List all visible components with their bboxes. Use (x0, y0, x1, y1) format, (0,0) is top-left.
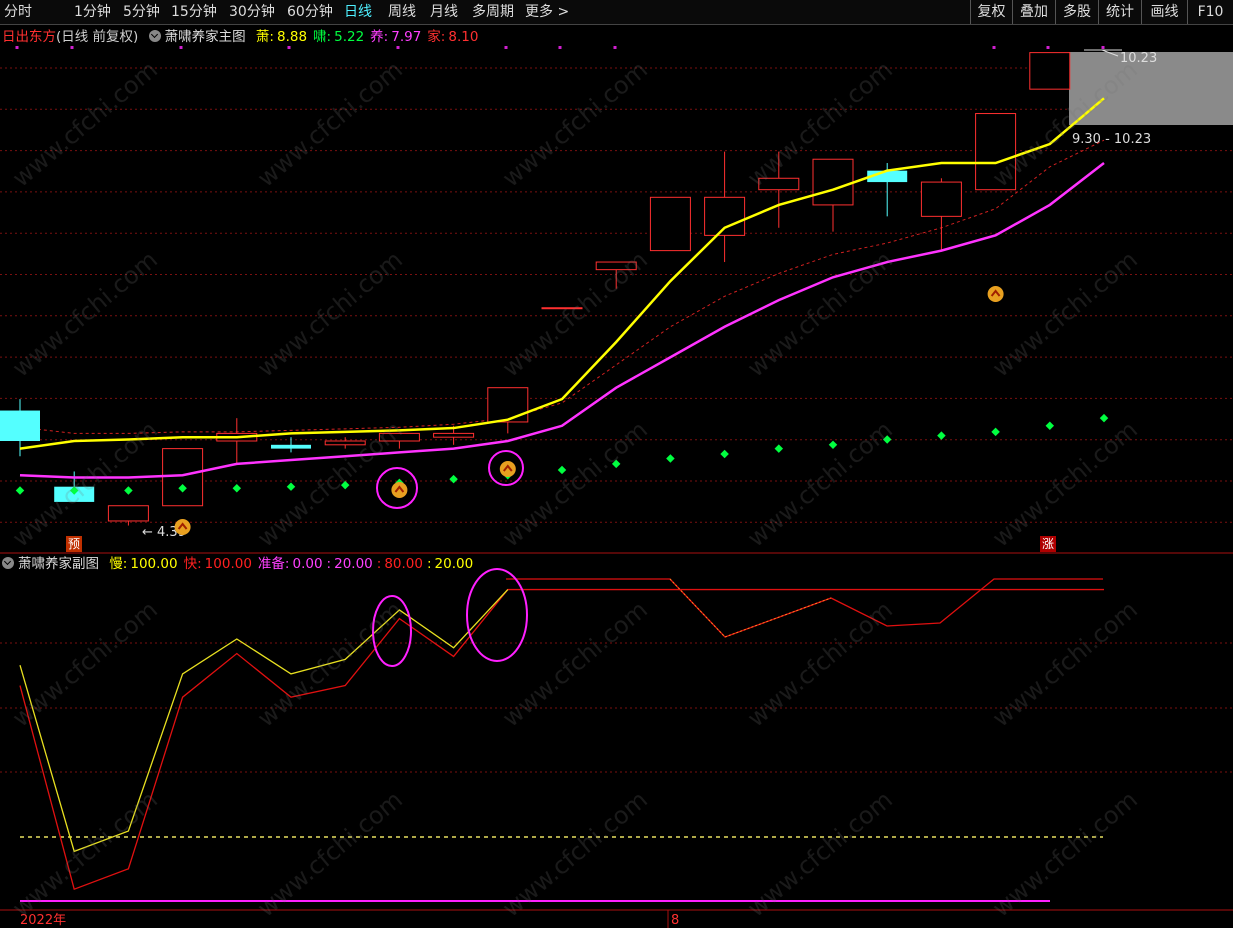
range-label: 9.30 - 10.23 (1072, 132, 1151, 147)
candle-body (378, 432, 420, 442)
candle-body (704, 196, 746, 236)
candle-body (541, 307, 583, 310)
signal-dot (828, 440, 838, 450)
signal-dot (991, 427, 1000, 437)
high-price-label: 10.23 (1120, 51, 1157, 66)
candle-body (162, 448, 204, 507)
tab-period-3[interactable]: 15分钟 (171, 0, 217, 24)
rise-tag: 涨 (1040, 536, 1056, 552)
toolbar-button-0[interactable]: 复权 (970, 0, 1012, 24)
candle-body (0, 410, 40, 441)
candle-body (433, 432, 475, 438)
marker-dot (287, 46, 291, 49)
kline-chart[interactable]: 10.239.30 - 10.23← 4.392022年 8 (0, 27, 1233, 928)
signal-dot (774, 444, 784, 453)
candle-body (487, 387, 529, 423)
signal-dot (124, 486, 133, 495)
buy-signal-icon (499, 461, 516, 477)
tab-period-4[interactable]: 30分钟 (229, 0, 275, 24)
tab-period-1[interactable]: 1分钟 (74, 0, 111, 24)
tab-period-2[interactable]: 5分钟 (123, 0, 160, 24)
signal-dot (611, 459, 621, 469)
signal-dot (15, 486, 25, 495)
buy-signal-icon (987, 286, 1004, 302)
tab-period-10[interactable]: 更多 > (525, 0, 569, 24)
signal-dot (1045, 421, 1055, 431)
signal-dot (882, 435, 892, 444)
marker-dot (613, 46, 617, 49)
marker-dot (396, 46, 400, 49)
slow-line (19, 589, 509, 853)
candle-body (649, 196, 691, 252)
marker-dot (179, 46, 183, 49)
candle-body (324, 440, 366, 446)
marker-dot (1101, 46, 1105, 49)
candle-body (271, 444, 311, 449)
marker-dot (70, 46, 74, 49)
candle-body (975, 113, 1017, 191)
marker-dot (558, 46, 562, 49)
tab-period-5[interactable]: 60分钟 (287, 0, 333, 24)
month-label: 8 (671, 913, 679, 928)
marker-dot (1046, 46, 1050, 49)
buy-signal-icon (391, 482, 408, 498)
candle-body (758, 177, 800, 191)
signal-dot (720, 449, 729, 459)
signal-dot (449, 474, 458, 484)
candle-body (920, 181, 962, 217)
tab-period-0[interactable]: 分时 (4, 0, 32, 24)
buy-signal-icon (174, 519, 191, 535)
marker-dot (15, 46, 19, 49)
candle-body (1029, 52, 1071, 90)
marker-dot (504, 46, 508, 49)
period-toolbar: 分时 1分钟 5分钟 15分钟 30分钟 60分钟 日线 周线 月线 多周期 更多 > 复权 叠加 多股… (0, 0, 1233, 25)
signal-dot (232, 483, 242, 493)
pre-tag: 预 (66, 536, 82, 552)
signal-dot (666, 454, 675, 463)
tab-period-7[interactable]: 周线 (388, 0, 416, 24)
toolbar-button-5[interactable]: F10 (1187, 0, 1233, 24)
candle-body (812, 158, 854, 206)
tab-period-6[interactable]: 日线 (344, 0, 372, 24)
candle-body (595, 261, 637, 271)
signal-dot (557, 465, 567, 475)
tab-period-8[interactable]: 月线 (430, 0, 458, 24)
toolbar-button-1[interactable]: 叠加 (1012, 0, 1055, 24)
fast-line (19, 588, 1104, 891)
signal-dot (937, 431, 946, 440)
signal-dot (286, 482, 296, 491)
toolbar-button-4[interactable]: 画线 (1141, 0, 1187, 24)
marker-dot (992, 46, 996, 49)
tab-period-9[interactable]: 多周期 (472, 0, 514, 24)
toolbar-button-2[interactable]: 多股 (1055, 0, 1098, 24)
year-label: 2022年 (20, 913, 66, 928)
signal-dot (1099, 413, 1109, 423)
signal-dot (340, 480, 350, 490)
highlight-circle (372, 595, 412, 667)
highlight-circle (466, 568, 528, 662)
toolbar-button-3[interactable]: 统计 (1098, 0, 1141, 24)
candle-body (107, 505, 149, 522)
